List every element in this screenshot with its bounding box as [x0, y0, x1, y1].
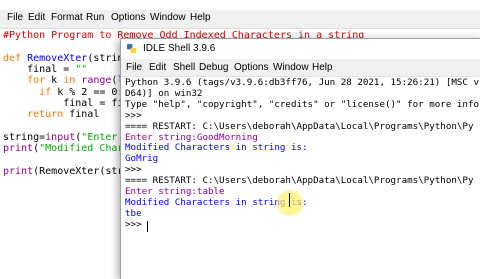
python-logo-icon [126, 43, 137, 54]
shell-menu-shell[interactable]: Shell [173, 62, 195, 73]
shell-line: Type "help", "copyright", "credits" or "… [125, 98, 480, 111]
editor-menu-options[interactable]: Options [111, 12, 145, 23]
code-line-token: for [27, 75, 46, 87]
code-line-token: RemoveXter [27, 52, 88, 64]
code-line: final = "" [3, 64, 87, 75]
text-cursor-ibeam-icon [289, 193, 290, 207]
code-line-token: final = [3, 63, 76, 75]
shell-line-token: ==== RESTART: C:\Users\deborah\AppData\L… [125, 175, 474, 187]
editor-menu-file[interactable]: File [7, 12, 23, 23]
shell-line-token: Enter string:table [125, 186, 225, 197]
editor-menubar: File Edit Format Run Options Window Help [0, 10, 480, 29]
shell-line-token: Type "help", "copyright", "credits" or "… [125, 98, 480, 110]
shell-titlebar[interactable]: IDLE Shell 3.9.6 [121, 39, 480, 59]
code-line-token: final [63, 109, 100, 121]
editor-menu-edit[interactable]: Edit [28, 12, 45, 23]
mouse-highlight [276, 190, 304, 216]
code-line-token: k % 2 == 0: [51, 86, 124, 98]
code-line-token: "" [75, 63, 88, 75]
shell-menubar: File Edit Shell Debug Options Window Help [121, 59, 480, 77]
editor-menu-window[interactable]: Window [150, 12, 186, 23]
shell-line-token: >>> [125, 164, 148, 176]
code-line-token: "Modified Chara [39, 143, 130, 154]
shell-line-token: ==== RESTART: C:\Users\deborah\AppData\L… [125, 120, 474, 132]
shell-menu-edit[interactable]: Edit [149, 62, 166, 73]
shell-line: >>> [125, 218, 148, 231]
shell-menu-help[interactable]: Help [312, 62, 333, 73]
shell-line-token: D64)] on win32 [125, 87, 203, 99]
shell-line-token: tbe [125, 207, 142, 219]
editor-menu-help[interactable]: Help [190, 12, 211, 23]
code-line: print("Modified Chara [3, 143, 129, 154]
text-caret [147, 221, 148, 232]
code-line-token: in [63, 75, 76, 87]
code-line-token: def [3, 52, 28, 64]
shell-line-token: Python 3.9.6 (tags/v3.9.6:db3ff76, Jun 2… [125, 77, 480, 88]
code-line: return final [3, 109, 99, 120]
code-line-token: input [45, 131, 76, 143]
shell-menu-options[interactable]: Options [234, 62, 268, 73]
code-line: if k % 2 == 0: [3, 87, 123, 98]
shell-menu-window[interactable]: Window [273, 62, 309, 73]
idle-shell-window: IDLE Shell 3.9.6 File Edit Shell Debug Optio… [120, 38, 480, 279]
shell-line-token: GoMrig [125, 153, 159, 165]
code-line-token [3, 75, 27, 86]
code-line-token: (RemoveXter(stri [33, 165, 130, 177]
shell-line-token: >>> [125, 218, 148, 230]
shell-line-token: Modified Characters in string is: [125, 142, 308, 154]
code-line: def RemoveXter(string [3, 53, 129, 64]
shell-menu-debug[interactable]: Debug [199, 62, 228, 73]
code-line: string=input("Enter s [3, 132, 129, 143]
editor-menu-format[interactable]: Format [51, 12, 83, 23]
editor-menu-run[interactable]: Run [86, 12, 104, 23]
code-line-token: return [27, 109, 64, 121]
shell-line-token: Enter string:GoodMorning [125, 131, 258, 143]
code-line: print(RemoveXter(stri [3, 166, 129, 177]
window-title: IDLE Shell 3.9.6 [143, 43, 216, 54]
code-line-token: print [3, 143, 34, 154]
code-line-token: k [45, 75, 64, 87]
code-line-token: if [39, 86, 52, 98]
shell-line-token: >>> [125, 109, 148, 121]
code-line-token: string= [3, 131, 46, 143]
code-line-token: range [81, 75, 112, 87]
code-line-token: print [3, 165, 34, 177]
shell-menu-file[interactable]: File [126, 62, 142, 73]
code-line-token [3, 109, 27, 120]
code-line-token [3, 87, 39, 98]
